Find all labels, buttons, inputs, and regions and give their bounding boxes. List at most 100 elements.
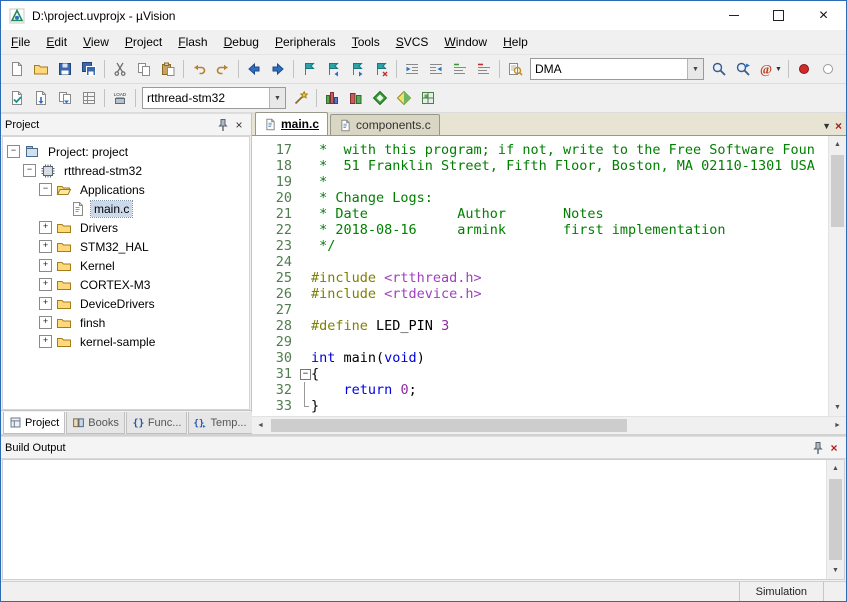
code-area[interactable]: 17 * with this program; if not, write to… — [252, 136, 828, 416]
manage-items-button[interactable] — [320, 86, 344, 110]
expand-icon[interactable]: + — [39, 259, 52, 272]
bookmark-button[interactable] — [297, 57, 321, 81]
menu-tools[interactable]: Tools — [344, 32, 388, 52]
tree-item-cortex-m3[interactable]: +CORTEX-M3 — [3, 275, 249, 294]
menu-flash[interactable]: Flash — [170, 32, 215, 52]
tree-item-project-project[interactable]: −Project: project — [3, 142, 249, 161]
tree-item-stm32-hal[interactable]: +STM32_HAL — [3, 237, 249, 256]
uncomment-button[interactable] — [472, 57, 496, 81]
expand-icon[interactable]: + — [39, 335, 52, 348]
collapse-icon[interactable]: − — [7, 145, 20, 158]
redo-button[interactable] — [211, 57, 235, 81]
editor-close-button[interactable]: × — [835, 121, 842, 131]
menu-window[interactable]: Window — [436, 32, 495, 52]
expand-icon[interactable]: + — [39, 221, 52, 234]
search-combo[interactable]: ▼ — [530, 58, 704, 80]
expand-icon[interactable]: + — [39, 297, 52, 310]
scroll-down-button[interactable]: ▼ — [827, 562, 844, 579]
manage-rte-button[interactable] — [368, 86, 392, 110]
editor-tab-components-c[interactable]: components.c — [330, 114, 440, 135]
tab-list-dropdown-button[interactable]: ▼ — [822, 121, 831, 131]
fold-collapse-icon[interactable]: − — [300, 369, 311, 380]
find-button[interactable] — [707, 57, 731, 81]
expand-icon[interactable]: + — [39, 240, 52, 253]
tree-item-main-c[interactable]: main.c — [3, 199, 249, 218]
nav-back-button[interactable] — [242, 57, 266, 81]
tree-item-devicedrivers[interactable]: +DeviceDrivers — [3, 294, 249, 313]
project-pin-button[interactable] — [215, 117, 231, 133]
panel-tab-func-[interactable]: {}Func... — [126, 412, 188, 434]
tree-item-finsh[interactable]: +finsh — [3, 313, 249, 332]
scroll-down-button[interactable]: ▼ — [829, 399, 846, 416]
scroll-left-button[interactable]: ◄ — [252, 417, 269, 434]
build-output-pin-button[interactable] — [810, 440, 826, 456]
target-input[interactable] — [143, 90, 269, 106]
configure-target-button[interactable] — [289, 86, 313, 110]
target-dropdown-button[interactable]: ▼ — [269, 88, 285, 108]
project-close-button[interactable]: × — [231, 117, 247, 133]
comment-button[interactable] — [448, 57, 472, 81]
build-output-close-button[interactable]: × — [826, 440, 842, 456]
tree-item-kernel-sample[interactable]: +kernel-sample — [3, 332, 249, 351]
vertical-scroll-thumb[interactable] — [831, 155, 844, 227]
breakpoint-button[interactable] — [792, 57, 816, 81]
close-button[interactable]: × — [801, 1, 846, 30]
scroll-up-button[interactable]: ▲ — [827, 460, 844, 477]
panel-tab-books[interactable]: Books — [66, 412, 125, 434]
bookmark-next-button[interactable] — [345, 57, 369, 81]
tree-item-drivers[interactable]: +Drivers — [3, 218, 249, 237]
menu-peripherals[interactable]: Peripherals — [267, 32, 344, 52]
panel-tab-project[interactable]: Project — [3, 412, 65, 434]
paste-button[interactable] — [156, 57, 180, 81]
bookmark-prev-button[interactable] — [321, 57, 345, 81]
fold-margin[interactable]: − — [299, 366, 311, 382]
panel-tab-temp-[interactable]: {}Temp... — [188, 412, 252, 434]
menu-view[interactable]: View — [75, 32, 117, 52]
resize-grip[interactable] — [823, 582, 846, 601]
menu-project[interactable]: Project — [117, 32, 170, 52]
cut-button[interactable] — [108, 57, 132, 81]
menu-svcs[interactable]: SVCS — [388, 32, 437, 52]
minimize-button[interactable] — [711, 1, 756, 30]
search-input[interactable] — [531, 61, 687, 77]
nav-forward-button[interactable] — [266, 57, 290, 81]
file-extensions-button[interactable] — [344, 86, 368, 110]
menu-debug[interactable]: Debug — [216, 32, 267, 52]
expand-icon[interactable]: + — [39, 316, 52, 329]
save-button[interactable] — [53, 57, 77, 81]
open-folder-button[interactable] — [29, 57, 53, 81]
horizontal-scroll-thumb[interactable] — [271, 419, 627, 432]
editor-tab-main-c[interactable]: main.c — [255, 112, 328, 135]
collapse-icon[interactable]: − — [39, 183, 52, 196]
find-in-files-button[interactable] — [503, 57, 527, 81]
web-search-button[interactable]: @▼ — [755, 57, 785, 81]
menu-edit[interactable]: Edit — [38, 32, 75, 52]
build-button[interactable] — [29, 86, 53, 110]
translate-button[interactable] — [5, 86, 29, 110]
breakpoint-disabled-button[interactable] — [816, 57, 840, 81]
find-next-button[interactable] — [731, 57, 755, 81]
search-dropdown-button[interactable]: ▼ — [687, 59, 703, 79]
tree-item-rtthread-stm32[interactable]: −rtthread-stm32 — [3, 161, 249, 180]
copy-button[interactable] — [132, 57, 156, 81]
menu-help[interactable]: Help — [495, 32, 536, 52]
unindent-button[interactable] — [400, 57, 424, 81]
multi-project-button[interactable] — [392, 86, 416, 110]
build-output-content[interactable] — [3, 460, 826, 579]
batch-build-button[interactable] — [77, 86, 101, 110]
rebuild-button[interactable] — [53, 86, 77, 110]
maximize-button[interactable] — [756, 1, 801, 30]
download-button[interactable]: LOAD — [108, 86, 132, 110]
bookmark-clear-button[interactable] — [369, 57, 393, 81]
scroll-right-button[interactable]: ► — [829, 417, 846, 434]
pack-installer-button[interactable] — [416, 86, 440, 110]
expand-icon[interactable]: + — [39, 278, 52, 291]
target-select[interactable]: ▼ — [142, 87, 286, 109]
tree-item-kernel[interactable]: +Kernel — [3, 256, 249, 275]
tree-item-applications[interactable]: −Applications — [3, 180, 249, 199]
collapse-icon[interactable]: − — [23, 164, 36, 177]
scroll-up-button[interactable]: ▲ — [829, 136, 846, 153]
new-file-button[interactable] — [5, 57, 29, 81]
menu-file[interactable]: File — [3, 32, 38, 52]
save-all-button[interactable] — [77, 57, 101, 81]
